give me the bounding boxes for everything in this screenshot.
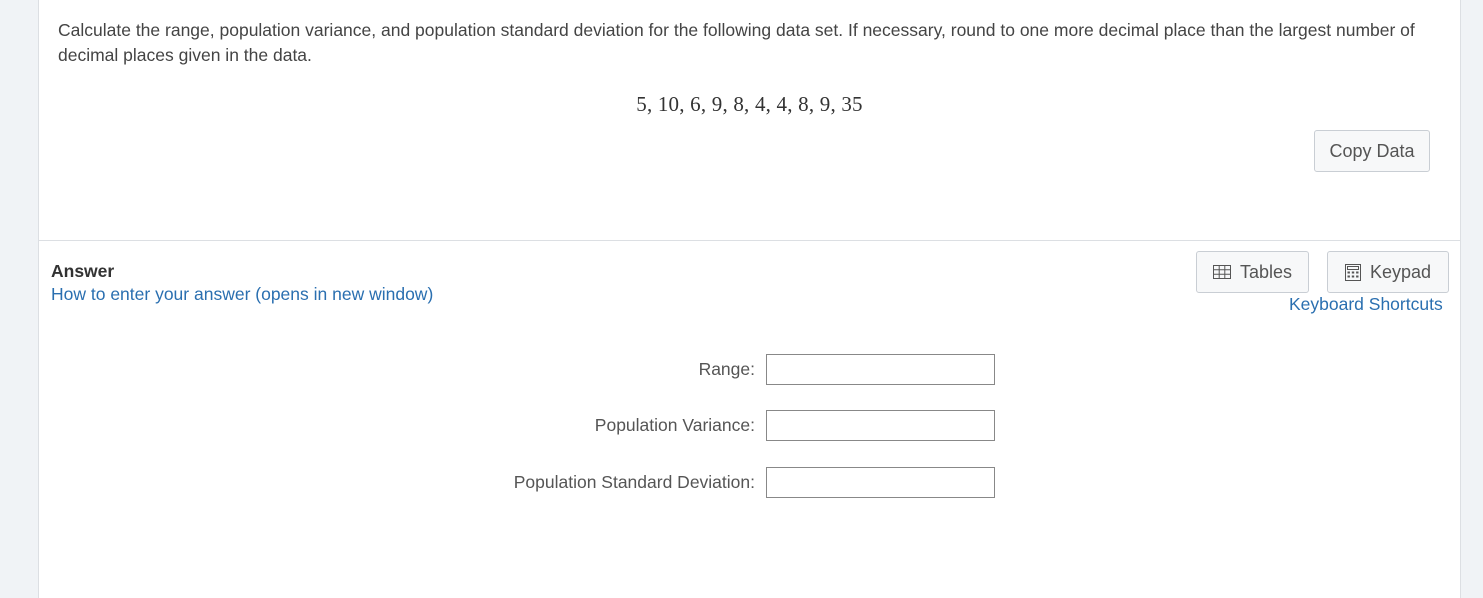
population-variance-label: Population Variance:	[594, 415, 755, 435]
copy-data-button[interactable]: Copy Data	[1314, 130, 1430, 172]
population-standard-deviation-label: Population Standard Deviation:	[513, 472, 755, 492]
question-card: Calculate the range, population variance…	[38, 0, 1461, 598]
keyboard-shortcuts-link[interactable]: Keyboard Shortcuts	[1289, 294, 1443, 315]
keypad-button[interactable]: Keypad	[1327, 251, 1449, 293]
table-icon	[1212, 265, 1231, 279]
calculator-icon	[1344, 263, 1361, 281]
tables-button[interactable]: Tables	[1196, 251, 1309, 293]
section-divider	[39, 240, 1460, 241]
population-variance-input[interactable]	[766, 410, 995, 441]
range-input[interactable]	[766, 354, 995, 385]
question-text: Calculate the range, population variance…	[58, 20, 1415, 65]
population-standard-deviation-row: Population Standard Deviation:	[39, 467, 1460, 499]
range-row: Range:	[39, 354, 1460, 386]
population-variance-row: Population Variance:	[39, 410, 1460, 442]
tables-button-label: Tables	[1239, 261, 1293, 282]
answer-heading: Answer	[51, 261, 115, 281]
keypad-button-label: Keypad	[1369, 261, 1432, 282]
range-label: Range:	[698, 359, 755, 379]
how-to-enter-answer-link[interactable]: How to enter your answer (opens in new w…	[51, 284, 433, 305]
population-standard-deviation-input[interactable]	[766, 467, 995, 498]
data-set: 5, 10, 6, 9, 8, 4, 4, 8, 9, 35	[636, 92, 863, 116]
